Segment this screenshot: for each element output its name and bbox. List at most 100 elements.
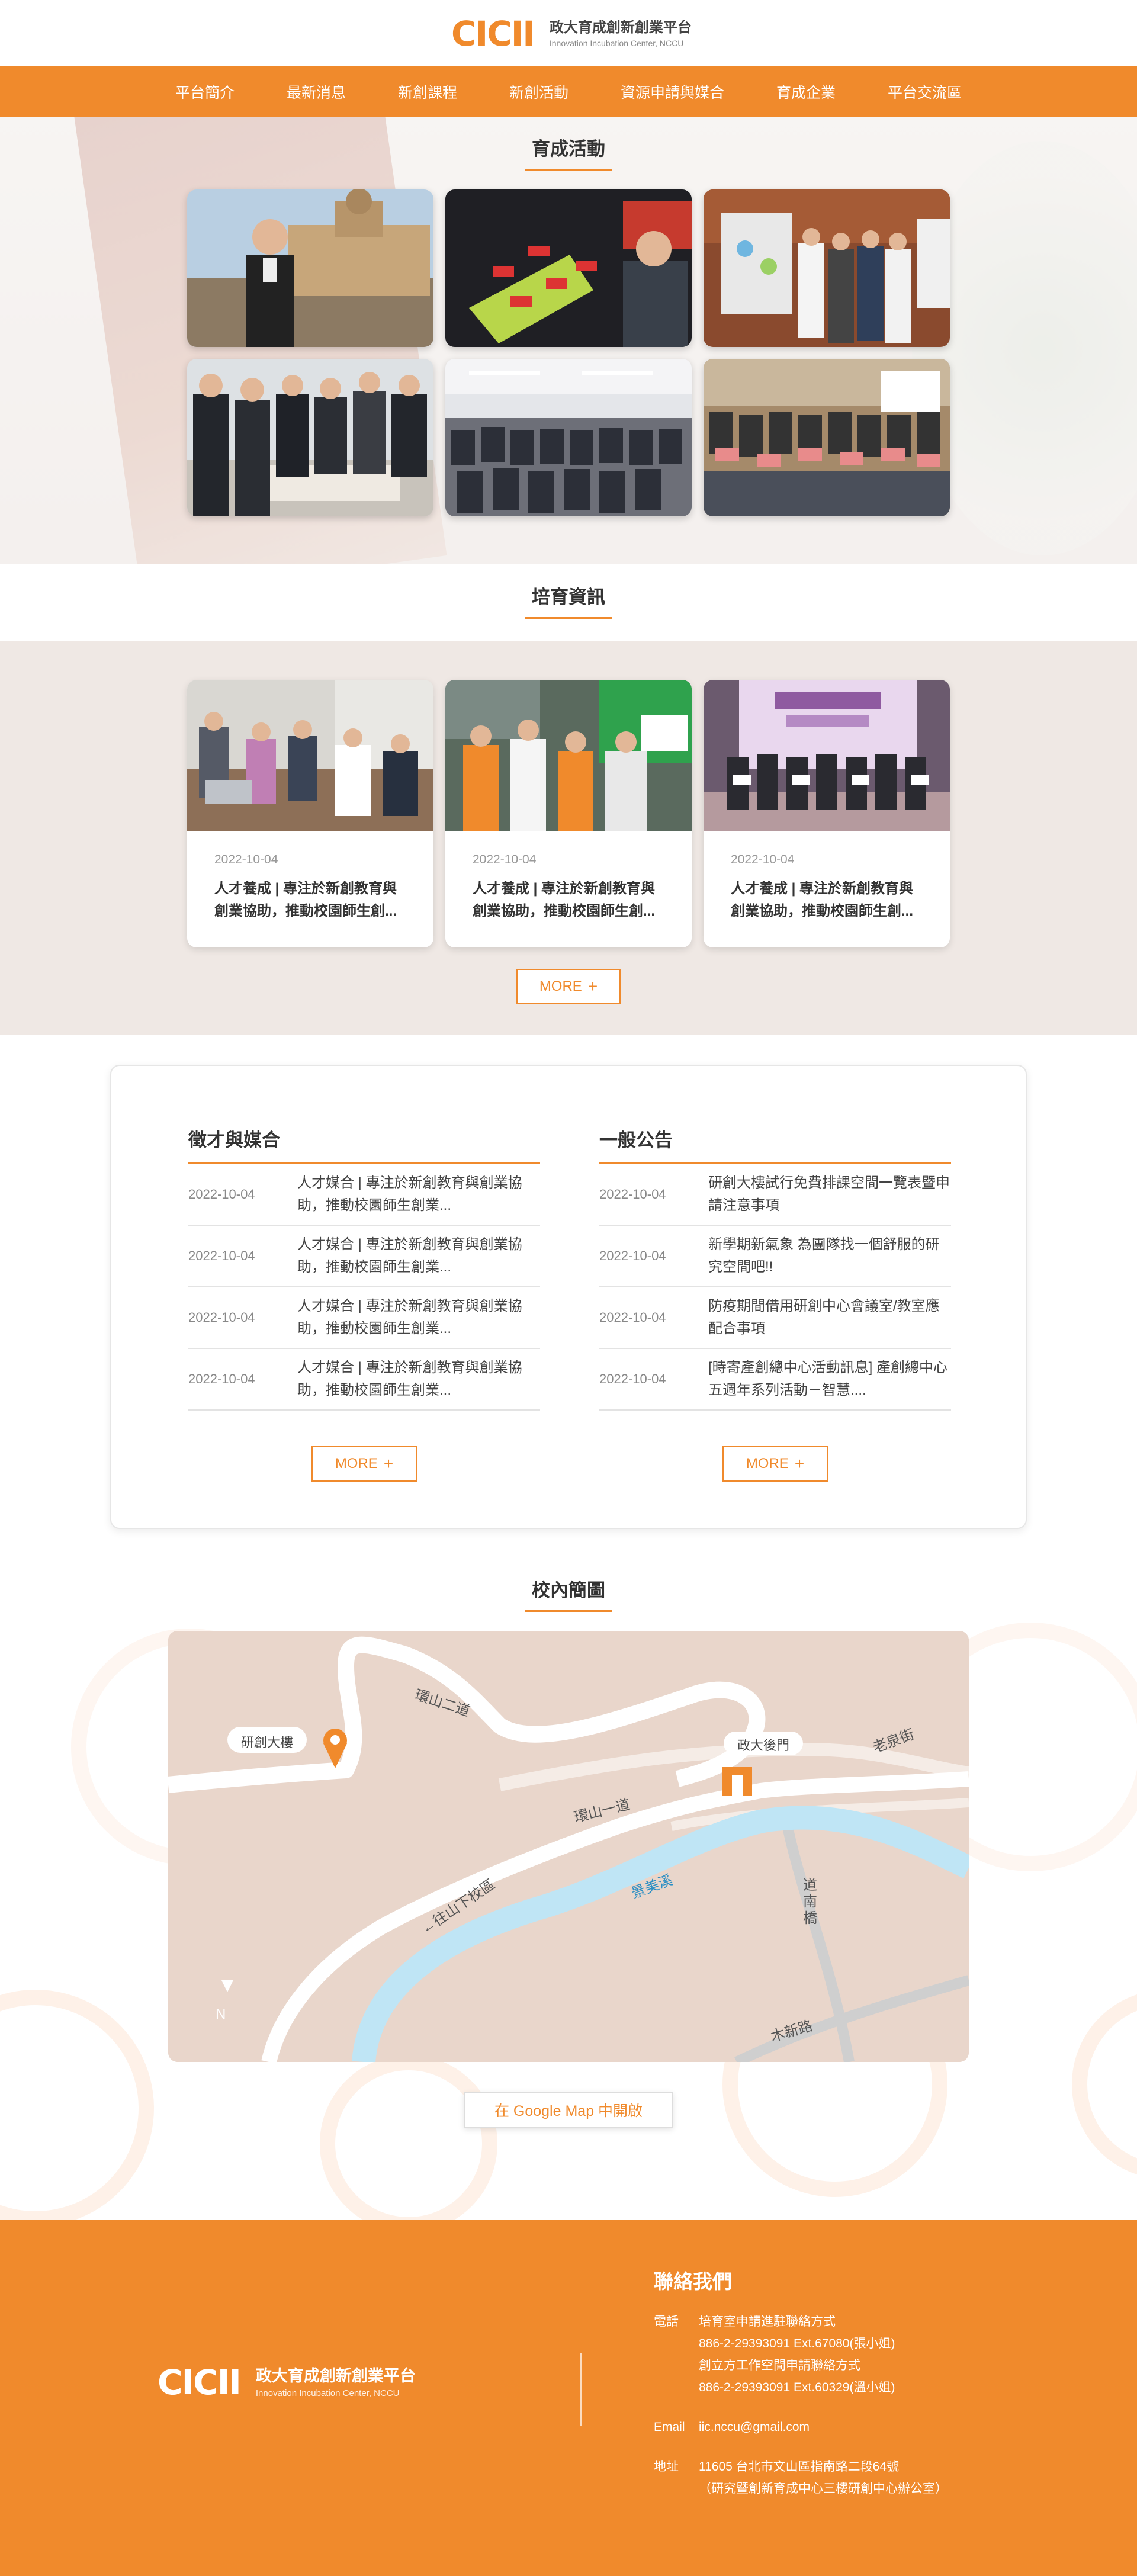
activity-photo[interactable] (445, 359, 692, 516)
list-item[interactable]: 2022-10-04 [時寄產創總中心活動訊息] 產創總中心五週年系列活動－智慧.… (599, 1349, 951, 1411)
news-card[interactable]: 2022-10-04 人才養成 | 專注於新創教育與創業協助，推動校園師生創..… (187, 680, 433, 947)
map-label-building: 研創大樓 (240, 1735, 293, 1750)
activity-photo[interactable] (445, 189, 692, 347)
site-footer: CICII 政大育成創新創業平台 Innovation Incubation C… (0, 2220, 1137, 2576)
contact-label: Email (654, 2420, 685, 2434)
more-label: MORE (335, 1456, 378, 1472)
contact-phone-number[interactable]: 886-2-29393091 Ext.60329(溫小姐) (699, 2376, 1033, 2398)
nav-item-courses[interactable]: 新創課程 (398, 81, 457, 102)
list-item-date: 2022-10-04 (188, 1248, 255, 1263)
footer-logo[interactable]: CICII 政大育成創新創業平台 Innovation Incubation C… (158, 2365, 416, 2400)
nav-item-companies[interactable]: 育成企業 (776, 81, 836, 102)
more-label: MORE (746, 1456, 789, 1472)
list-item[interactable]: 2022-10-04 研創大樓試行免費排課空間一覽表暨申請注意事項 (599, 1164, 951, 1226)
north-indicator: N (216, 2006, 226, 2022)
list-item[interactable]: 2022-10-04 人才媒合 | 專注於新創教育與創業協助，推動校園師生創業..… (188, 1226, 540, 1287)
news-card-image (704, 680, 950, 831)
main-nav: 平台簡介 最新消息 新創課程 新創活動 資源申請與媒合 育成企業 平台交流區 (0, 66, 1137, 117)
contact-line: 11605 台北市文山區指南路二段64號 (699, 2460, 900, 2474)
recruit-more-button[interactable]: MORE + (311, 1446, 417, 1482)
list-item[interactable]: 2022-10-04 人才媒合 | 專注於新創教育與創業協助，推動校園師生創業..… (188, 1287, 540, 1349)
contact-label: 地址 (654, 2460, 679, 2474)
nav-item-forum[interactable]: 平台交流區 (888, 81, 962, 102)
news-card-title: 人才養成 | 專注於新創教育與創業協助，推動校園師生創... (473, 881, 656, 919)
decor-ring (0, 1990, 154, 2227)
contact-line: 培育室申請進駐聯絡方式 (699, 2315, 836, 2328)
nav-item-news[interactable]: 最新消息 (287, 81, 346, 102)
list-item-date: 2022-10-04 (599, 1187, 666, 1202)
site-header: CICII 政大育成創新創業平台 Innovation Incubation C… (0, 0, 1137, 66)
list-item-text: 人才媒合 | 專注於新創教育與創業協助，推動校園師生創業... (297, 1360, 522, 1398)
list-item-text: 人才媒合 | 專注於新創教育與創業協助，推動校園師生創業... (297, 1298, 522, 1337)
contact-line: （研究暨創新育成中心三樓研創中心辦公室） (699, 2482, 948, 2495)
site-logo[interactable]: CICII 政大育成創新創業平台 Innovation Incubation C… (451, 17, 692, 51)
contact-block: 聯絡我們 電話 培育室申請進駐聯絡方式 886-2-29393091 Ext.6… (654, 2266, 1033, 2517)
activity-photo[interactable] (187, 359, 433, 516)
nav-item-events[interactable]: 新創活動 (509, 81, 568, 102)
logo-name-zh: 政大育成創新創業平台 (255, 2367, 416, 2385)
list-item-date: 2022-10-04 (599, 1248, 666, 1263)
contact-email-link[interactable]: iic.nccu@gmail.com (699, 2416, 1033, 2438)
recruit-title: 徵才與媒合 (188, 1125, 540, 1164)
logo-name-en: Innovation Incubation Center, NCCU (549, 38, 684, 49)
news-card-date: 2022-10-04 (214, 853, 278, 866)
list-item[interactable]: 2022-10-04 人才媒合 | 專注於新創教育與創業協助，推動校園師生創業..… (188, 1349, 540, 1411)
list-item-text: 研創大樓試行免費排課空間一覽表暨申請注意事項 (708, 1175, 950, 1213)
news-card[interactable]: 2022-10-04 人才養成 | 專注於新創教育與創業協助，推動校園師生創..… (445, 680, 692, 947)
news-card-image (187, 680, 433, 831)
news-title: 培育資訊 (0, 582, 1137, 619)
list-item-date: 2022-10-04 (599, 1310, 666, 1325)
list-item-text: 防疫期間借用研創中心會議室/教室應配合事項 (708, 1298, 940, 1337)
list-item-date: 2022-10-04 (188, 1310, 255, 1325)
plus-icon: + (383, 1454, 394, 1473)
list-item[interactable]: 2022-10-04 新學期新氣象 為團隊找一個舒服的研究空間吧!! (599, 1226, 951, 1287)
activity-photo[interactable] (704, 359, 950, 516)
news-card-image (445, 680, 692, 831)
contact-phone: 電話 培育室申請進駐聯絡方式 886-2-29393091 Ext.67080(… (654, 2311, 1033, 2398)
contact-address: 地址 11605 台北市文山區指南路二段64號 （研究暨創新育成中心三樓研創中心… (654, 2456, 1033, 2500)
logo-mark: CICII (451, 14, 535, 54)
nav-item-resources[interactable]: 資源申請與媒合 (621, 81, 724, 102)
news-card-title: 人才養成 | 專注於新創教育與創業協助，推動校園師生創... (214, 881, 397, 919)
logo-name-zh: 政大育成創新創業平台 (549, 19, 692, 36)
list-item-text: 人才媒合 | 專注於新創教育與創業協助，推動校園師生創業... (297, 1236, 522, 1275)
contact-phone-number[interactable]: 886-2-29393091 Ext.67080(張小姐) (699, 2333, 1033, 2355)
plus-icon: + (587, 977, 598, 995)
more-label: MORE (539, 978, 582, 994)
list-item[interactable]: 2022-10-04 防疫期間借用研創中心會議室/教室應配合事項 (599, 1287, 951, 1349)
news-more-button[interactable]: MORE + (516, 969, 621, 1004)
notices-column: 一般公告 2022-10-04 研創大樓試行免費排課空間一覽表暨申請注意事項 20… (599, 1125, 951, 1411)
recruit-column: 徵才與媒合 2022-10-04 人才媒合 | 專注於新創教育與創業協助，推動校園… (188, 1125, 540, 1411)
news-card-date: 2022-10-04 (473, 853, 537, 866)
contact-label: 電話 (654, 2315, 679, 2328)
notices-more-button[interactable]: MORE + (722, 1446, 828, 1482)
nav-item-about[interactable]: 平台簡介 (175, 81, 235, 102)
plus-icon: + (794, 1454, 805, 1473)
logo-name-en: Innovation Incubation Center, NCCU (255, 2388, 400, 2398)
list-item-text: [時寄產創總中心活動訊息] 產創總中心五週年系列活動－智慧.... (708, 1360, 948, 1398)
activity-photo[interactable] (704, 189, 950, 347)
contact-line: 創立方工作空間申請聯絡方式 (699, 2359, 860, 2372)
list-item-date: 2022-10-04 (599, 1371, 666, 1386)
list-item-date: 2022-10-04 (188, 1371, 255, 1386)
page: CICII 政大育成創新創業平台 Innovation Incubation C… (0, 0, 1137, 2576)
announcements-board: 徵才與媒合 2022-10-04 人才媒合 | 專注於新創教育與創業協助，推動校園… (110, 1065, 1027, 1529)
google-map-button[interactable]: 在 Google Map 中開啟 (464, 2092, 673, 2128)
map-label-gate: 政大後門 (737, 1738, 789, 1753)
campus-map[interactable] (168, 1631, 969, 2062)
contact-title: 聯絡我們 (654, 2270, 732, 2292)
map-label-bridge: 道南橋 (803, 1877, 817, 1926)
list-item[interactable]: 2022-10-04 人才媒合 | 專注於新創教育與創業協助，推動校園師生創業..… (188, 1164, 540, 1226)
footer-divider (580, 2353, 582, 2426)
activities-title: 育成活動 (0, 134, 1137, 171)
contact-email: Email iic.nccu@gmail.com (654, 2416, 1033, 2438)
decor-ring (320, 2055, 497, 2233)
news-card[interactable]: 2022-10-04 人才養成 | 專注於新創教育與創業協助，推動校園師生創..… (704, 680, 950, 947)
activity-photo[interactable] (187, 189, 433, 347)
map-title: 校內簡圖 (0, 1575, 1137, 1612)
list-item-date: 2022-10-04 (188, 1187, 255, 1202)
notices-title: 一般公告 (599, 1125, 951, 1164)
news-card-title: 人才養成 | 專注於新創教育與創業協助，推動校園師生創... (731, 881, 914, 919)
news-card-date: 2022-10-04 (731, 853, 795, 866)
list-item-text: 人才媒合 | 專注於新創教育與創業協助，推動校園師生創業... (297, 1175, 522, 1213)
